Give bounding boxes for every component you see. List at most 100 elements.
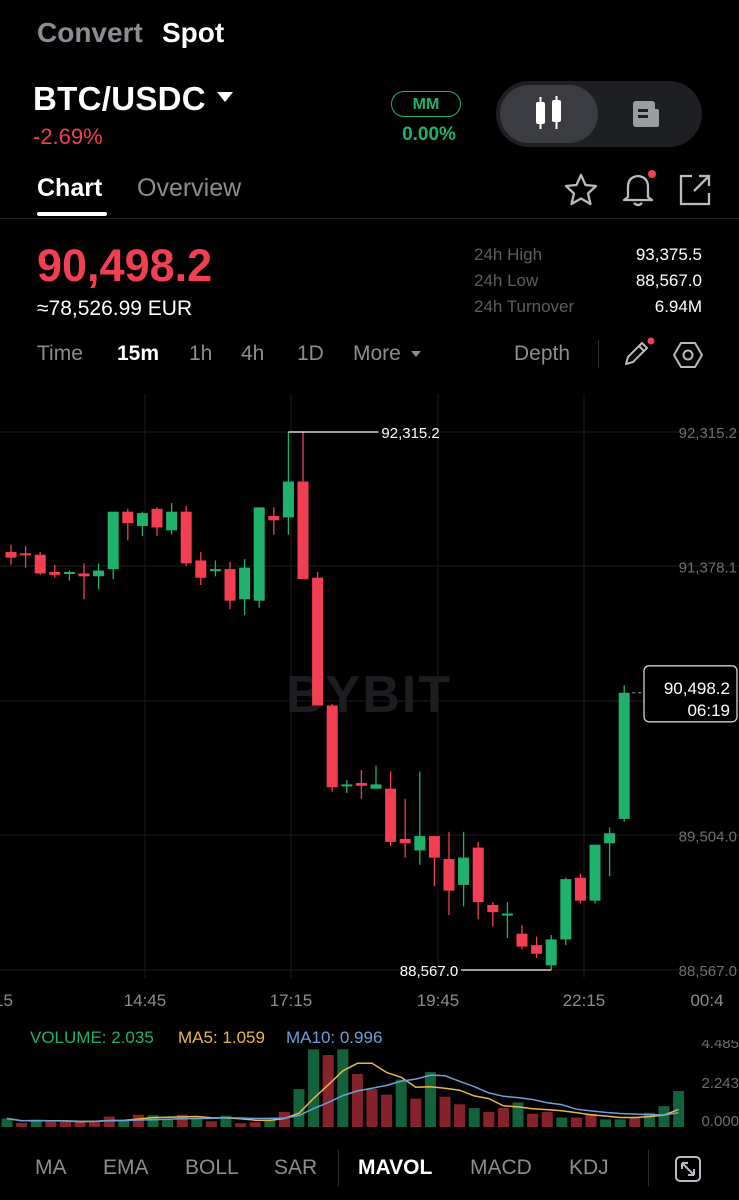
- candle-body: [5, 551, 17, 558]
- indicator-ema[interactable]: EMA: [103, 1156, 149, 1180]
- tab-spot[interactable]: Spot: [162, 17, 224, 49]
- tab-chart[interactable]: Chart: [37, 174, 102, 203]
- candle-body: [355, 782, 367, 786]
- candle-body: [107, 511, 119, 570]
- indicator-boll[interactable]: BOLL: [185, 1156, 239, 1180]
- bell-icon[interactable]: [619, 168, 659, 210]
- time-axis-label: 19:45: [417, 991, 460, 1010]
- caret-down-icon[interactable]: [217, 92, 233, 102]
- candle-body: [20, 553, 32, 556]
- pair-selector[interactable]: BTC/USDC: [33, 80, 206, 118]
- time-axis-label: 14:45: [124, 991, 167, 1010]
- mm-badge[interactable]: MM: [391, 91, 461, 117]
- candle-body: [341, 784, 353, 787]
- price-axis-label: 92,315.2: [679, 425, 737, 442]
- price-chart[interactable]: BYBIT 92,315.2 88,567.0 90,498.2 06:19 92,3…: [0, 380, 739, 1020]
- volume-bar: [556, 1117, 568, 1127]
- timeframe-more[interactable]: More: [353, 342, 401, 366]
- candle-body: [574, 877, 586, 901]
- toolbar-separator: [598, 340, 599, 368]
- volume-bar: [658, 1106, 670, 1127]
- volume-bar: [395, 1079, 407, 1127]
- stat-label-low: 24h Low: [474, 271, 539, 290]
- countdown-label: 06:19: [687, 701, 730, 720]
- hexagon-settings-icon[interactable]: [672, 339, 704, 371]
- fiat-price: ≈78,526.99 EUR: [37, 297, 193, 320]
- volume-bar: [468, 1108, 480, 1127]
- indicator-kdj[interactable]: KDJ: [569, 1156, 609, 1180]
- candle-body: [399, 838, 411, 844]
- candle-body: [49, 571, 61, 575]
- high-marker-label: 92,315.2: [381, 425, 439, 442]
- price-axis-label: 89,504.0: [679, 829, 737, 846]
- toggle-chart-option[interactable]: [500, 85, 598, 143]
- expand-icon[interactable]: [674, 1155, 702, 1183]
- indicator-sar[interactable]: SAR: [274, 1156, 317, 1180]
- indicator-macd[interactable]: MACD: [470, 1156, 532, 1180]
- candle-body: [326, 705, 338, 788]
- volume-bar: [45, 1121, 57, 1127]
- tab-underline: [37, 212, 107, 216]
- volume-bar: [308, 1049, 320, 1127]
- volume-bar: [570, 1117, 582, 1127]
- timeframe-15m[interactable]: 15m: [117, 342, 159, 366]
- watermark: BYBIT: [286, 666, 452, 724]
- candle-body: [428, 836, 440, 858]
- tab-overview[interactable]: Overview: [137, 174, 241, 203]
- volume-bar: [118, 1120, 130, 1127]
- volume-bar: [322, 1054, 334, 1127]
- depth-tab[interactable]: Depth: [514, 342, 570, 366]
- last-price: 90,498.2: [37, 240, 213, 291]
- volume-bar: [103, 1116, 115, 1127]
- more-caret-icon: [411, 351, 421, 357]
- stat-value-high: 93,375.5: [635, 245, 702, 264]
- indicator-mavol[interactable]: MAVOL: [358, 1156, 432, 1180]
- candle-body: [487, 904, 499, 913]
- candle-body: [385, 788, 397, 842]
- candle-body: [458, 857, 470, 885]
- candle-body: [268, 515, 280, 521]
- volume-bar: [366, 1089, 378, 1127]
- timeframe-1h[interactable]: 1h: [189, 342, 212, 366]
- toggle-news-option[interactable]: [630, 98, 662, 135]
- volume-bar: [454, 1104, 466, 1127]
- low-marker-label: 88,567.0: [400, 963, 458, 980]
- candle-body: [531, 945, 543, 954]
- candle-body: [239, 567, 251, 600]
- newspaper-icon: [633, 101, 659, 127]
- last-price-label: 90,498.2: [664, 679, 730, 698]
- indicator-ma[interactable]: MA: [35, 1156, 67, 1180]
- candle-body: [93, 570, 105, 577]
- volume-bar: [541, 1111, 553, 1127]
- timeframe-1d[interactable]: 1D: [297, 342, 324, 366]
- volume-chart[interactable]: 4.485 2.243 0.000: [0, 1040, 739, 1130]
- time-axis-label: 15: [0, 991, 13, 1010]
- indicator-separator: [648, 1150, 649, 1186]
- volume-bar: [673, 1090, 685, 1127]
- candle-body: [253, 507, 265, 601]
- volume-bar: [59, 1121, 71, 1127]
- candle-body: [370, 784, 382, 789]
- volume-bar: [191, 1118, 203, 1127]
- volume-bar: [249, 1122, 261, 1127]
- pencil-icon[interactable]: [620, 336, 658, 370]
- candle-body: [282, 481, 294, 518]
- candle-body: [414, 836, 426, 851]
- divider: [0, 218, 739, 219]
- timeframe-time[interactable]: Time: [37, 342, 83, 366]
- volume-bar: [162, 1119, 174, 1127]
- candle-body: [516, 933, 528, 947]
- candle-body: [78, 573, 90, 577]
- candle-body: [136, 513, 148, 527]
- timeframe-4h[interactable]: 4h: [241, 342, 264, 366]
- volume-axis-label: 4.485: [701, 1040, 739, 1052]
- tab-convert[interactable]: Convert: [37, 17, 143, 49]
- volume-axis-label: 0.000: [701, 1113, 739, 1130]
- star-icon[interactable]: [562, 171, 600, 209]
- volume-bar: [293, 1089, 305, 1127]
- candle-body: [443, 859, 455, 891]
- candle-body: [195, 560, 207, 578]
- share-icon[interactable]: [676, 171, 714, 209]
- candle-body: [224, 569, 236, 601]
- volume-bar: [527, 1113, 539, 1127]
